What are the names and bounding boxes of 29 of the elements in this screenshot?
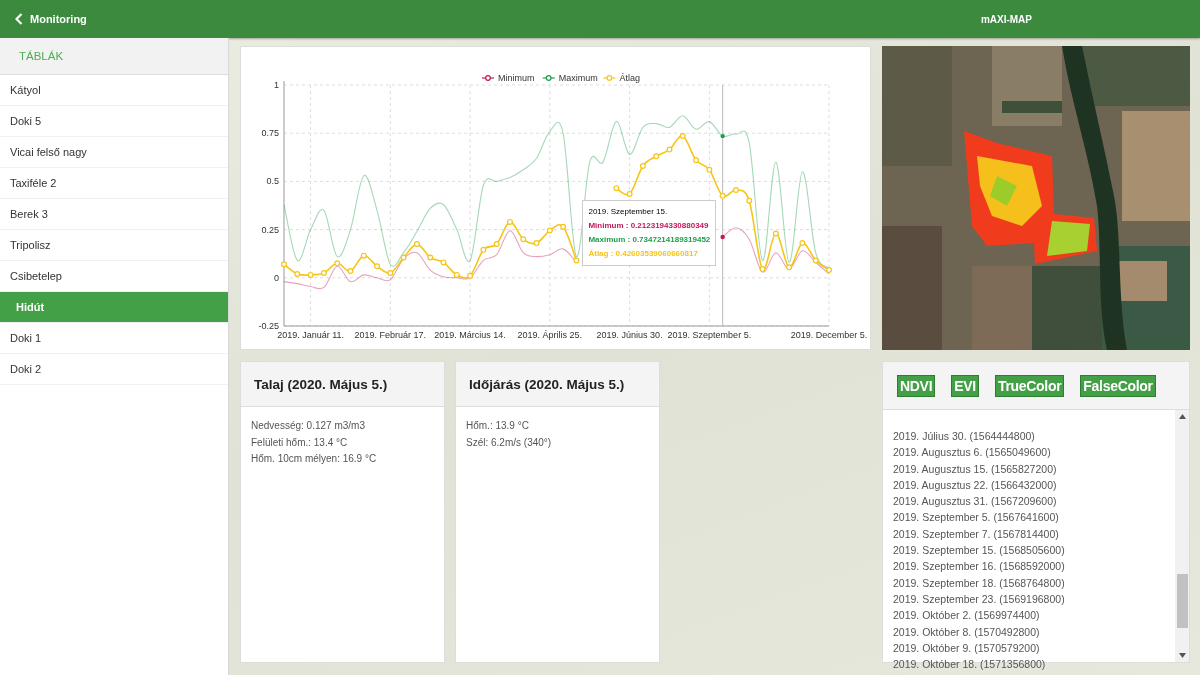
y-axis-label: 1 xyxy=(274,80,279,90)
x-axis-label: 2019. Január 11. xyxy=(277,330,345,340)
y-axis-label: 0.25 xyxy=(261,224,279,235)
y-axis-label: 0.5 xyxy=(266,176,279,187)
tooltip-value: Minimum : 0.2123194330880349 xyxy=(588,220,710,232)
x-axis-label: 2019. Április 25. xyxy=(517,330,583,340)
y-axis-label: 0.75 xyxy=(261,128,279,139)
legend-label: Maximum xyxy=(558,73,598,83)
x-axis-label: 2019. Március 14. xyxy=(434,330,506,340)
card-title: Időjárás (2020. Május 5.) xyxy=(469,376,625,392)
card-text: Nedvesség: 0.127 m3/m3 xyxy=(251,419,366,433)
app-title: mAXI-MAP xyxy=(979,13,1033,25)
y-axis-label: -0.25 xyxy=(258,321,279,331)
card-text: Felületi hőm.: 13.4 °C xyxy=(251,435,349,450)
tooltip-value: Maximum : 0.7347214189319452 xyxy=(588,234,711,246)
card-text: Szél: 6.2m/s (340°) xyxy=(466,435,553,450)
card-text: Hőm. 10cm mélyen: 16.9 °C xyxy=(251,452,378,466)
x-axis-label: 2019. December 5. xyxy=(790,330,868,340)
sidebar-heading: TÁBLÁK xyxy=(18,50,64,62)
x-axis-label: 2019. Június 30. xyxy=(596,330,663,340)
y-axis-label: 0 xyxy=(274,272,279,283)
tooltip-value: Átlag : 0.42603539060660817 xyxy=(588,248,699,260)
tooltip-title: 2019. Szeptember 15. xyxy=(588,206,669,218)
x-axis-label: 2019. Szeptember 5. xyxy=(667,330,752,340)
legend-label: Minimum xyxy=(498,73,535,83)
card-text: Hőm.: 13.9 °C xyxy=(466,419,530,433)
legend-label: Átlag xyxy=(619,73,640,83)
card-title: Talaj (2020. Május 5.) xyxy=(254,376,388,392)
x-axis-label: 2019. Február 17. xyxy=(354,330,427,340)
